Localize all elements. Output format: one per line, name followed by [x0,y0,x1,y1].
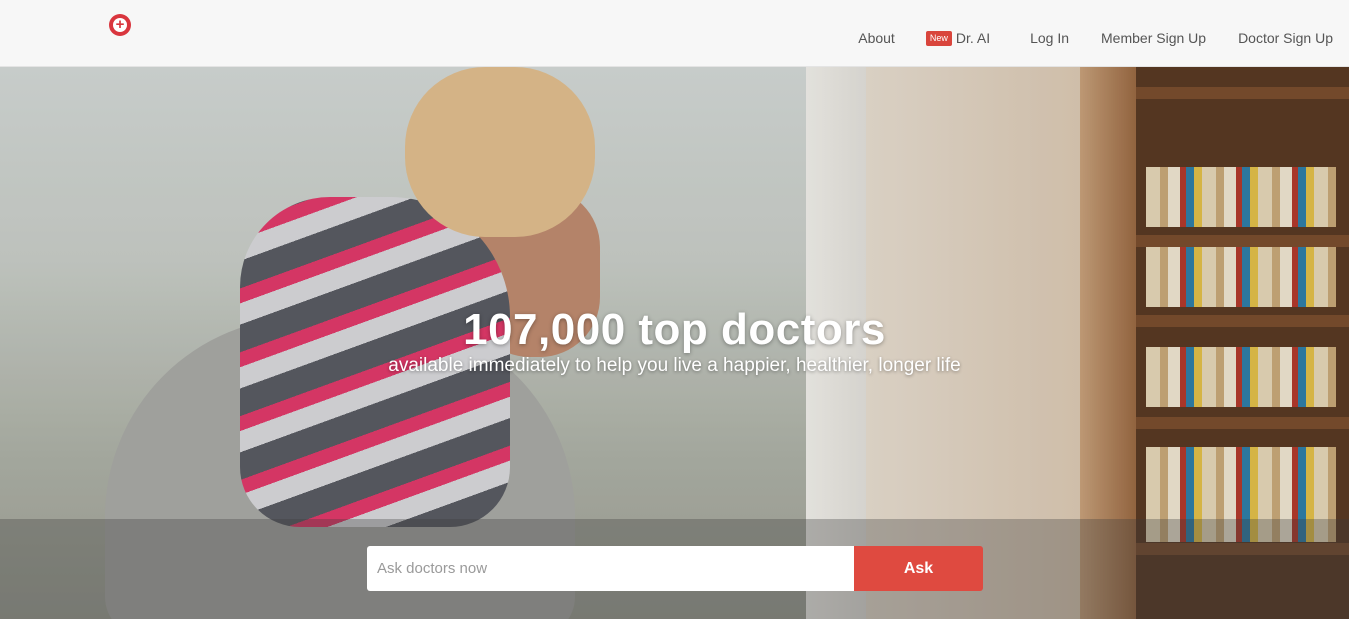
nav-doctor-signup-link[interactable]: Doctor Sign Up [1238,30,1333,46]
site-header: About New Dr. AI Log In Member Sign Up D… [0,0,1349,67]
hero-section: 107,000 top doctors available immediatel… [0,67,1349,619]
nav-login-link[interactable]: Log In [1030,30,1069,46]
hero-headline: 107,000 top doctors [463,305,886,354]
hero-subline: available immediately to help you live a… [388,355,961,376]
nav-dr-ai-link[interactable]: New Dr. AI [925,30,991,46]
nav-dr-ai-label: Dr. AI [955,30,991,46]
logo[interactable] [60,12,140,48]
nav-about-link[interactable]: About [858,30,895,46]
medical-cross-icon [109,14,131,36]
new-badge: New [925,30,952,46]
nav-member-signup-link[interactable]: Member Sign Up [1101,30,1206,46]
ask-doctors-input[interactable] [367,546,854,591]
search-bar: Ask [0,519,1349,619]
main-nav: About New Dr. AI Log In Member Sign Up D… [858,28,1333,48]
ask-button[interactable]: Ask [854,546,983,591]
